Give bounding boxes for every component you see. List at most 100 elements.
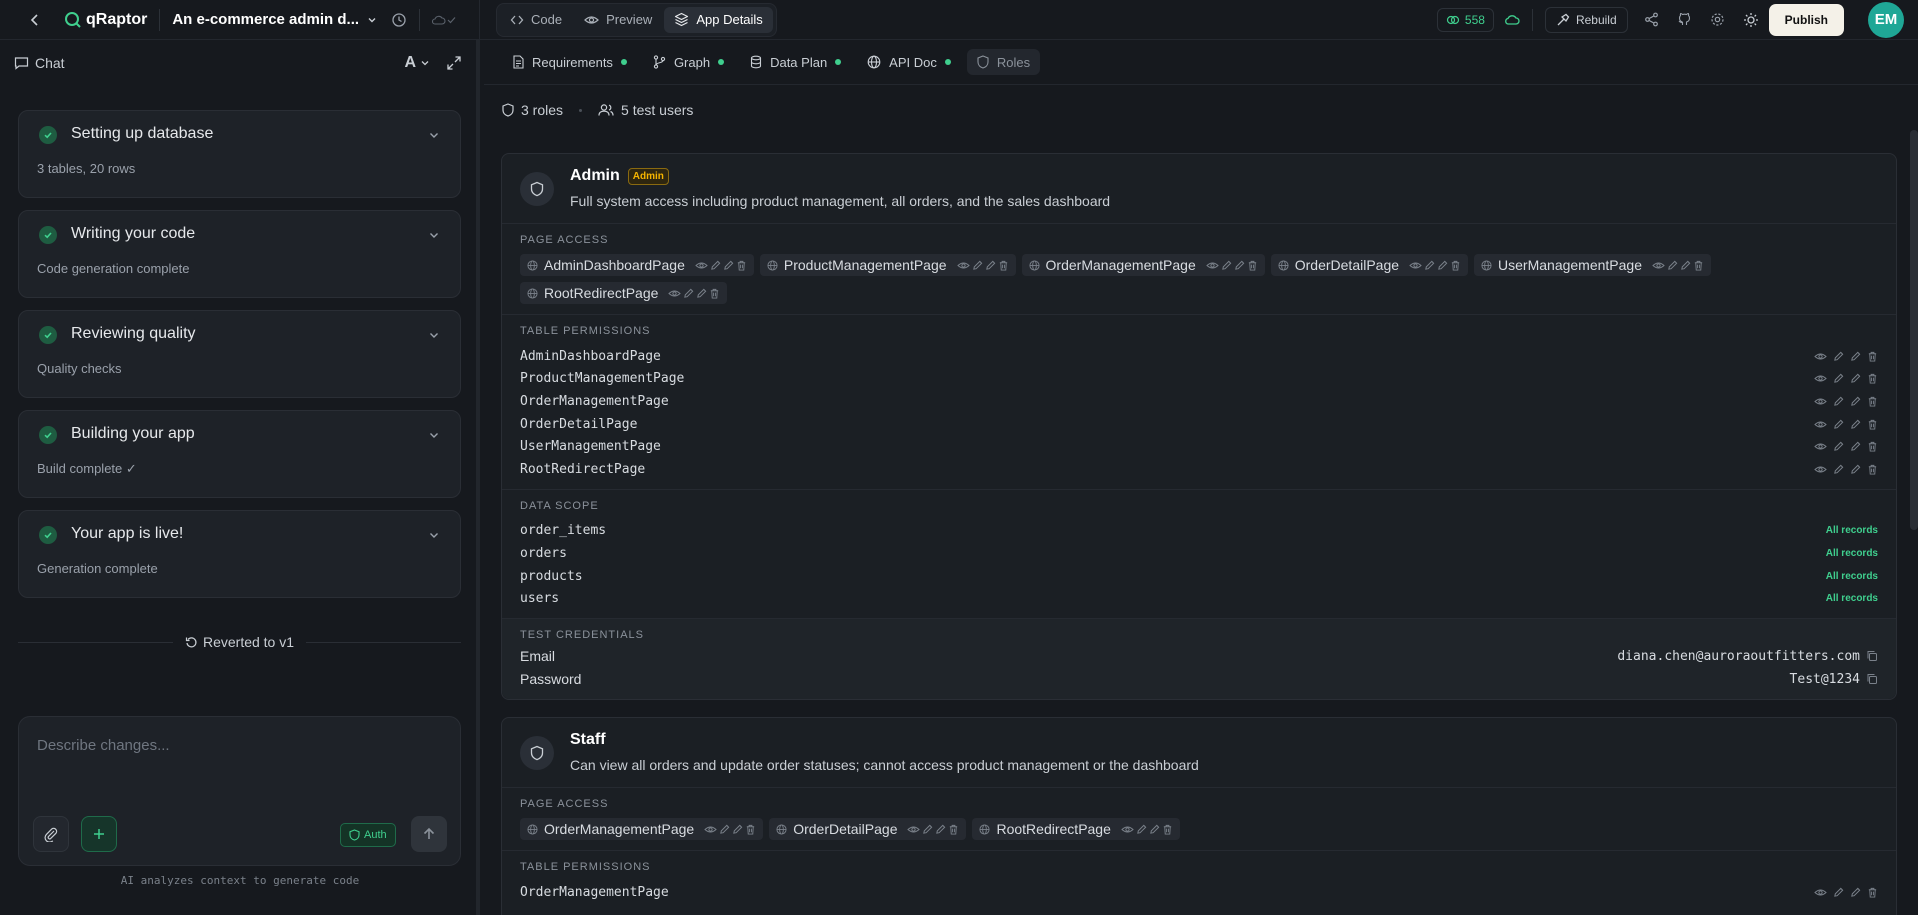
copy-icon[interactable] [1866, 673, 1878, 685]
delete-trash-icon[interactable] [736, 260, 747, 271]
create-pencil-icon[interactable] [1833, 396, 1844, 407]
delete-trash-icon[interactable] [1247, 260, 1258, 271]
edit-pencil-icon[interactable] [696, 288, 707, 299]
create-pencil-icon[interactable] [1667, 260, 1678, 271]
delete-trash-icon[interactable] [998, 260, 1009, 271]
delete-trash-icon[interactable] [709, 288, 720, 299]
view-eye-icon[interactable] [668, 288, 682, 299]
create-pencil-icon[interactable] [922, 824, 933, 835]
progress-step[interactable]: Building your app Build complete ✓ [18, 410, 461, 498]
page-access-chip[interactable]: UserManagementPage [1474, 254, 1712, 276]
view-eye-icon[interactable] [907, 824, 921, 835]
page-access-chip[interactable]: OrderManagementPage [1021, 254, 1265, 276]
edit-pencil-icon[interactable] [1149, 824, 1160, 835]
credits-badge[interactable]: 558 [1436, 7, 1494, 32]
edit-pencil-icon[interactable] [1850, 441, 1861, 452]
edit-pencil-icon[interactable] [1234, 260, 1245, 271]
progress-step[interactable]: Setting up database 3 tables, 20 rows [18, 110, 461, 198]
chevron-down-icon[interactable] [428, 129, 440, 141]
edit-pencil-icon[interactable] [1850, 887, 1861, 898]
github-icon[interactable] [1677, 12, 1692, 27]
create-pencil-icon[interactable] [1833, 887, 1844, 898]
edit-pencil-icon[interactable] [1850, 396, 1861, 407]
progress-step[interactable]: Reviewing quality Quality checks [18, 310, 461, 398]
theme-sun-icon[interactable] [1743, 12, 1759, 28]
page-access-chip[interactable]: AdminDashboardPage [520, 254, 754, 276]
create-pencil-icon[interactable] [683, 288, 694, 299]
create-pencil-icon[interactable] [719, 824, 730, 835]
edit-pencil-icon[interactable] [1850, 419, 1861, 430]
cloud-icon[interactable] [1504, 14, 1520, 26]
view-eye-icon[interactable] [1121, 824, 1134, 835]
delete-trash-icon[interactable] [1867, 887, 1878, 898]
view-eye-icon[interactable] [1409, 260, 1422, 271]
progress-step[interactable]: Your app is live! Generation complete [18, 510, 461, 598]
view-eye-icon[interactable] [1814, 887, 1827, 898]
view-eye-icon[interactable] [1814, 351, 1827, 362]
delete-trash-icon[interactable] [1867, 351, 1878, 362]
create-pencil-icon[interactable] [1833, 351, 1844, 362]
view-eye-icon[interactable] [695, 260, 708, 271]
delete-trash-icon[interactable] [1450, 260, 1461, 271]
delete-trash-icon[interactable] [1867, 396, 1878, 407]
tab-data-plan[interactable]: Data Plan [740, 49, 851, 75]
create-pencil-icon[interactable] [1833, 464, 1844, 475]
edit-pencil-icon[interactable] [1850, 351, 1861, 362]
tab-code[interactable]: Code [500, 7, 572, 33]
scrollbar[interactable] [1910, 130, 1918, 530]
brand-logo[interactable]: qRaptor [64, 11, 147, 29]
expand-icon[interactable] [446, 55, 462, 71]
create-pencil-icon[interactable] [1833, 373, 1844, 384]
edit-pencil-icon[interactable] [1850, 373, 1861, 384]
create-pencil-icon[interactable] [1424, 260, 1435, 271]
edit-pencil-icon[interactable] [1850, 464, 1861, 475]
page-access-chip[interactable]: OrderManagementPage [520, 818, 764, 840]
chevron-down-icon[interactable] [428, 429, 440, 441]
edit-pencil-icon[interactable] [935, 824, 946, 835]
describe-changes-input[interactable] [37, 737, 437, 754]
edit-pencil-icon[interactable] [732, 824, 743, 835]
gear-icon[interactable] [1710, 12, 1725, 27]
chevron-down-icon[interactable] [367, 15, 377, 25]
create-pencil-icon[interactable] [1221, 260, 1232, 271]
page-access-chip[interactable]: OrderDetailPage [1270, 254, 1469, 276]
send-button[interactable] [411, 816, 447, 852]
view-eye-icon[interactable] [1814, 464, 1827, 475]
auth-button[interactable]: Auth [340, 823, 396, 847]
delete-trash-icon[interactable] [1867, 419, 1878, 430]
edit-pencil-icon[interactable] [1680, 260, 1691, 271]
chevron-down-icon[interactable] [428, 229, 440, 241]
delete-trash-icon[interactable] [948, 824, 959, 835]
credential-password[interactable]: Test@1234 [1790, 672, 1860, 687]
create-pencil-icon[interactable] [1833, 419, 1844, 430]
rebuild-button[interactable]: Rebuild [1544, 6, 1628, 33]
tab-requirements[interactable]: Requirements [502, 49, 637, 75]
view-eye-icon[interactable] [1814, 373, 1827, 384]
create-pencil-icon[interactable] [972, 260, 983, 271]
view-eye-icon[interactable] [1652, 260, 1665, 271]
edit-pencil-icon[interactable] [1437, 260, 1448, 271]
tab-app-details[interactable]: App Details [664, 6, 773, 33]
user-avatar[interactable]: EM [1868, 1, 1904, 38]
publish-button[interactable]: Publish [1768, 3, 1844, 36]
view-eye-icon[interactable] [956, 260, 970, 271]
add-button[interactable] [81, 816, 117, 852]
delete-trash-icon[interactable] [1867, 464, 1878, 475]
delete-trash-icon[interactable] [1162, 824, 1173, 835]
attach-button[interactable] [33, 816, 69, 852]
view-eye-icon[interactable] [1814, 419, 1827, 430]
project-title[interactable]: An e-commerce admin d... [172, 11, 359, 28]
tab-preview[interactable]: Preview [574, 7, 662, 33]
chevron-down-icon[interactable] [428, 329, 440, 341]
progress-step[interactable]: Writing your code Code generation comple… [18, 210, 461, 298]
tab-roles[interactable]: Roles [966, 49, 1041, 75]
page-access-chip[interactable]: RootRedirectPage [520, 282, 728, 304]
view-eye-icon[interactable] [1206, 260, 1219, 271]
create-pencil-icon[interactable] [710, 260, 721, 271]
page-access-chip[interactable]: RootRedirectPage [972, 818, 1180, 840]
credential-email[interactable]: diana.chen@auroraoutfitters.com [1617, 649, 1860, 664]
history-icon[interactable] [391, 12, 407, 28]
view-eye-icon[interactable] [1814, 441, 1827, 452]
view-eye-icon[interactable] [1814, 396, 1827, 407]
tab-graph[interactable]: Graph [643, 49, 734, 75]
